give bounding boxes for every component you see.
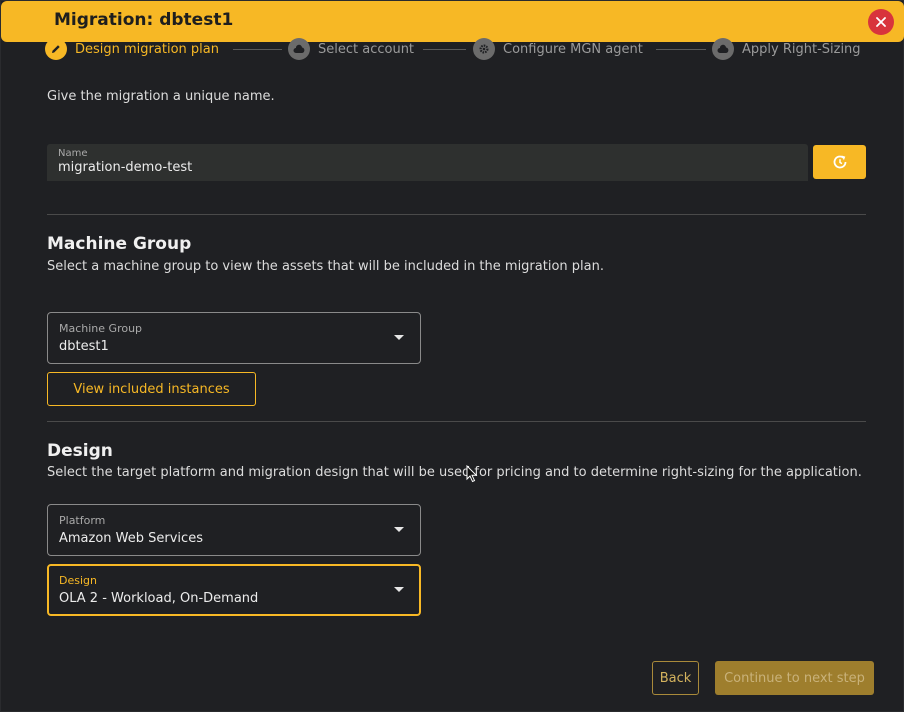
refresh-icon <box>833 155 846 169</box>
step-connector <box>423 49 466 50</box>
regenerate-name-button[interactable] <box>813 145 866 179</box>
dialog-header: Migration: dbtest1 <box>1 1 904 42</box>
mouse-cursor-icon <box>466 465 478 483</box>
section-divider <box>47 421 866 422</box>
step-apply-right-sizing[interactable]: Apply Right-Sizing <box>712 37 861 61</box>
stepper: Design migration plan Select account Con… <box>45 37 867 61</box>
step-configure-mgn-agent[interactable]: Configure MGN agent <box>473 37 643 61</box>
machine-group-label: Machine Group <box>59 322 143 335</box>
step-select-account[interactable]: Select account <box>288 37 414 61</box>
platform-value: Amazon Web Services <box>59 531 203 546</box>
step-connector <box>656 49 706 50</box>
machine-group-description: Select a machine group to view the asset… <box>47 259 604 274</box>
migration-dialog: Migration: dbtest1 Design migration plan… <box>0 0 904 712</box>
step-design-migration-plan[interactable]: Design migration plan <box>45 37 219 61</box>
machine-group-select[interactable]: Machine Group dbtest1 <box>47 312 421 364</box>
pencil-icon <box>45 38 67 60</box>
back-button[interactable]: Back <box>652 661 699 695</box>
design-title: Design <box>47 441 113 461</box>
cloud-icon <box>712 38 734 60</box>
design-description: Select the target platform and migration… <box>47 465 862 480</box>
platform-label: Platform <box>59 514 106 527</box>
platform-select[interactable]: Platform Amazon Web Services <box>47 504 421 556</box>
step-label: Apply Right-Sizing <box>742 41 861 57</box>
step-connector <box>233 49 282 50</box>
dialog-title: Migration: dbtest1 <box>54 10 234 30</box>
cloud-icon <box>288 38 310 60</box>
design-select[interactable]: Design OLA 2 - Workload, On-Demand <box>47 564 421 616</box>
design-label: Design <box>59 574 97 587</box>
chevron-down-icon <box>394 335 404 340</box>
chevron-down-icon <box>394 587 404 592</box>
machine-group-value: dbtest1 <box>59 339 109 354</box>
design-value: OLA 2 - Workload, On-Demand <box>59 591 259 606</box>
name-instruction: Give the migration a unique name. <box>47 89 275 104</box>
name-label: Name <box>58 148 88 159</box>
close-button[interactable] <box>868 9 894 35</box>
section-divider <box>47 214 866 215</box>
machine-group-title: Machine Group <box>47 234 192 254</box>
step-label: Configure MGN agent <box>503 41 643 57</box>
step-label: Select account <box>318 41 415 57</box>
close-icon <box>876 17 886 27</box>
gear-icon <box>473 38 495 60</box>
name-input[interactable]: Name migration-demo-test <box>47 144 808 181</box>
name-value: migration-demo-test <box>58 160 193 175</box>
view-included-instances-button[interactable]: View included instances <box>47 372 256 406</box>
chevron-down-icon <box>394 527 404 532</box>
continue-button[interactable]: Continue to next step <box>715 661 874 695</box>
step-label: Design migration plan <box>75 41 219 57</box>
